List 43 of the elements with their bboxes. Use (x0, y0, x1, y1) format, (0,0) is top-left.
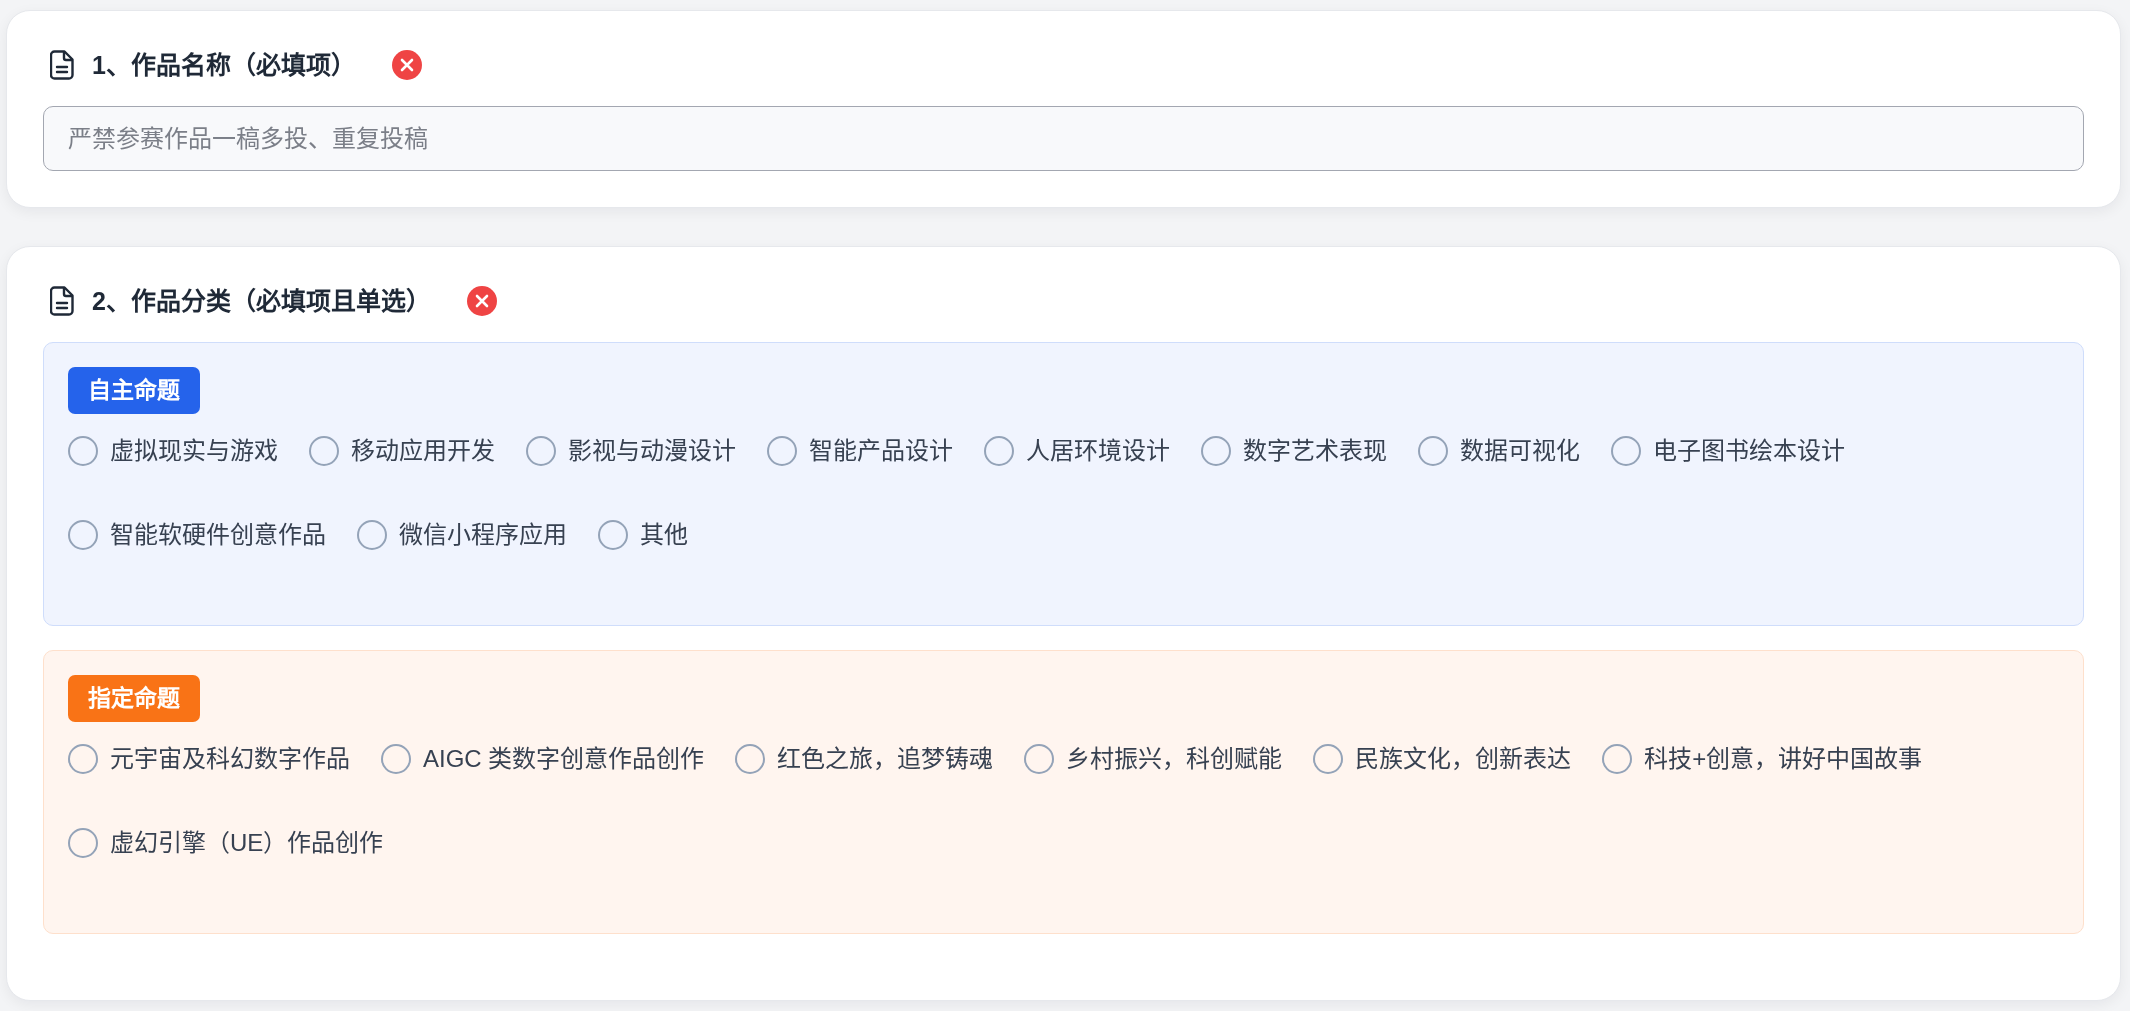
option-label[interactable]: 智能软硬件创意作品 (110, 517, 326, 553)
option-label[interactable]: 虚拟现实与游戏 (110, 433, 278, 469)
radio-button[interactable] (68, 744, 98, 774)
option-label[interactable]: 影视与动漫设计 (568, 433, 736, 469)
radio-button[interactable] (309, 436, 339, 466)
radio-button[interactable] (984, 436, 1014, 466)
radio-button[interactable] (526, 436, 556, 466)
radio-button[interactable] (381, 744, 411, 774)
radio-button[interactable] (1313, 744, 1344, 774)
option-label[interactable]: 乡村振兴，科创赋能 (1066, 741, 1283, 777)
radio-button[interactable] (1602, 744, 1633, 774)
option-label[interactable]: 科技+创意，讲好中国故事 (1644, 741, 1923, 777)
option-label[interactable]: 微信小程序应用 (399, 517, 567, 553)
radio-button[interactable] (735, 744, 766, 774)
text-input[interactable]: 严禁参赛作品一稿多投、重复投稿 (43, 106, 2084, 171)
radio-button[interactable] (1611, 436, 1641, 466)
option-label[interactable]: 电子图书绘本设计 (1653, 433, 1845, 469)
document-icon (50, 286, 74, 316)
category-tag: 指定命题 (68, 675, 200, 722)
category-tag: 自主命题 (68, 367, 200, 414)
radio-button[interactable] (767, 436, 797, 466)
radio-button[interactable] (68, 828, 98, 858)
option-label[interactable]: AIGC 类数字创意作品创作 (423, 741, 705, 777)
option-label[interactable]: 其他 (640, 517, 688, 553)
radio-button[interactable] (1201, 436, 1231, 466)
question-title: 2、作品分类（必填项且单选） (92, 286, 431, 316)
radio-button[interactable] (68, 436, 98, 466)
radio-button[interactable] (598, 520, 628, 550)
option-label[interactable]: 虚幻引擎（UE）作品创作 (110, 825, 384, 861)
radio-button[interactable] (1418, 436, 1448, 466)
option-label[interactable]: 元宇宙及科幻数字作品 (110, 741, 350, 777)
option-label[interactable]: 数据可视化 (1460, 433, 1580, 469)
option-label[interactable]: 民族文化，创新表达 (1355, 741, 1572, 777)
radio-button[interactable] (357, 520, 387, 550)
radio-button[interactable] (1024, 744, 1055, 774)
option-label[interactable]: 人居环境设计 (1026, 433, 1170, 469)
option-label[interactable]: 红色之旅，追梦铸魂 (777, 741, 994, 777)
option-label[interactable]: 移动应用开发 (351, 433, 495, 469)
radio-button[interactable] (68, 520, 98, 550)
option-label[interactable]: 数字艺术表现 (1243, 433, 1387, 469)
option-label[interactable]: 智能产品设计 (809, 433, 953, 469)
question-title: 1、作品名称（必填项） (92, 50, 356, 80)
document-icon (50, 50, 74, 80)
